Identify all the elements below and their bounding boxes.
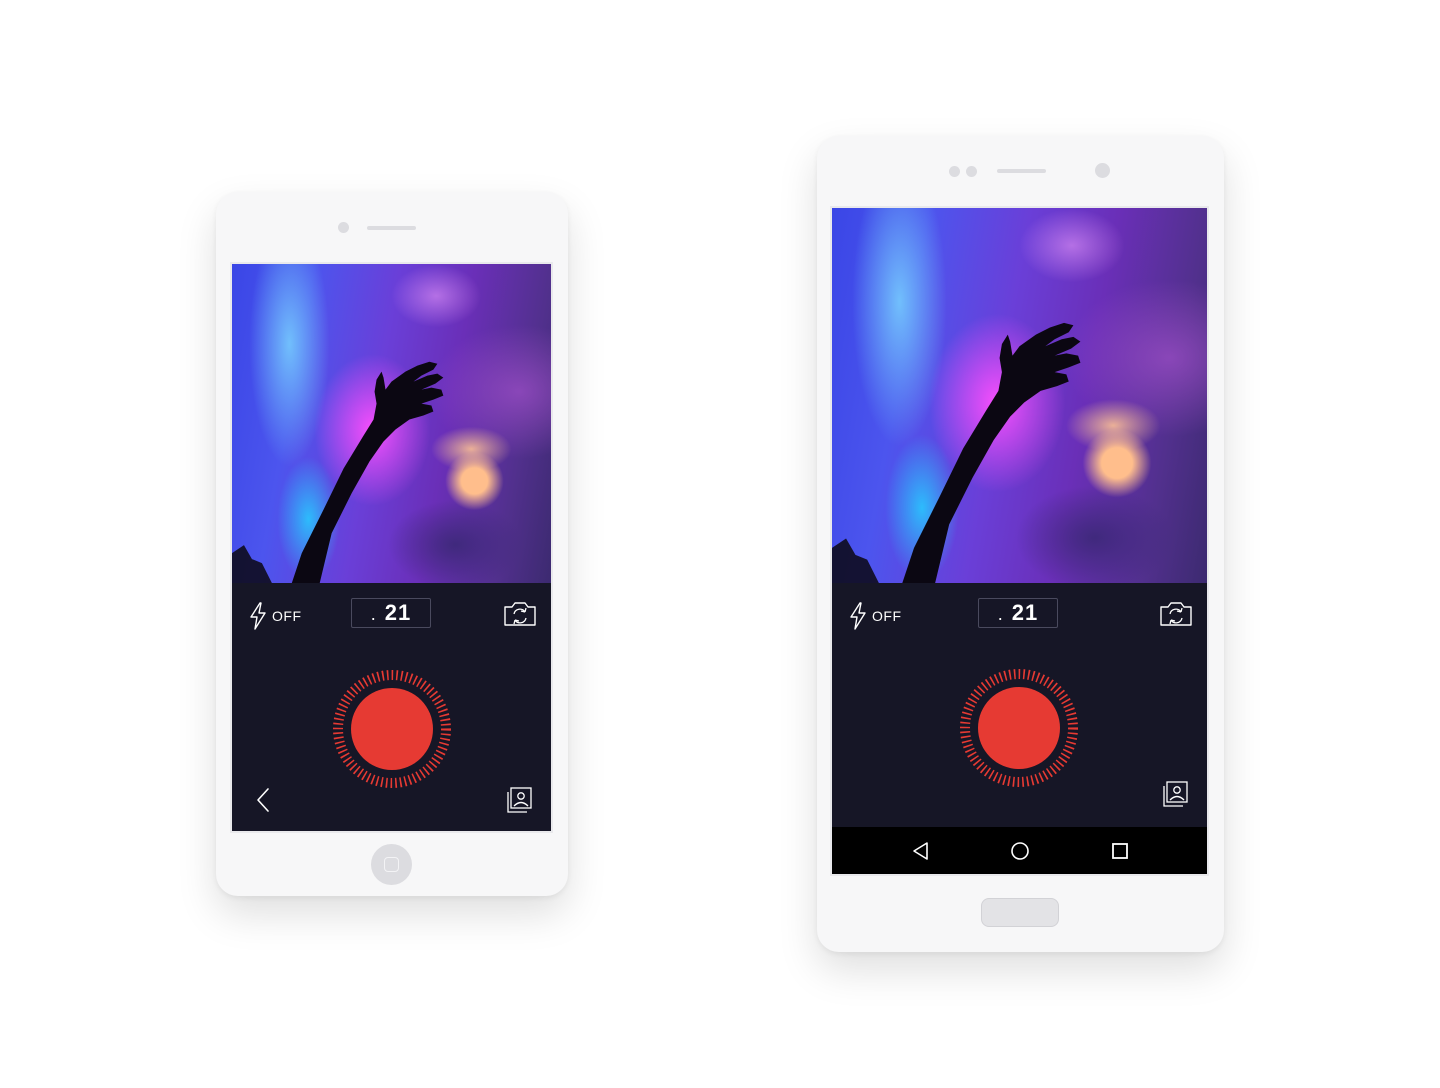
shutter-button[interactable] [331, 668, 453, 790]
square-recents-icon[interactable] [1108, 839, 1132, 863]
timer-value: 21 [384, 600, 412, 625]
lightning-bolt-icon [250, 602, 266, 630]
phone-screen: OFF . 21 [230, 262, 553, 833]
hand-silhouette [832, 322, 1081, 583]
light-sensor [966, 166, 977, 177]
gallery-icon[interactable] [505, 786, 533, 814]
canvas: OFF . 21 OFF . 21 [0, 0, 1440, 1088]
timer-display[interactable]: . 21 [978, 598, 1058, 628]
flash-status-label: OFF [872, 608, 902, 624]
camera-viewfinder [832, 208, 1207, 583]
shutter-button[interactable] [958, 667, 1080, 789]
android-nav-bar [832, 827, 1207, 874]
flash-toggle[interactable]: OFF [248, 602, 302, 630]
earpiece-speaker [367, 226, 416, 230]
camera-viewfinder [232, 264, 551, 583]
gallery-icon[interactable] [1161, 780, 1189, 808]
timer-dot: . [997, 604, 1003, 624]
earpiece-speaker [997, 169, 1046, 173]
circle-home-icon[interactable] [1008, 839, 1032, 863]
camera-controls-row: OFF . 21 [832, 598, 1207, 638]
front-camera [338, 222, 349, 233]
timer-display[interactable]: . 21 [351, 598, 431, 628]
camera-rotate-icon[interactable] [1159, 600, 1193, 628]
lightning-bolt-icon [850, 602, 866, 630]
proximity-sensor [949, 166, 960, 177]
camera-controls-row: OFF . 21 [232, 598, 551, 638]
camera-rotate-icon[interactable] [503, 600, 537, 628]
home-button[interactable] [371, 844, 412, 885]
triangle-back-icon[interactable] [909, 839, 933, 863]
chevron-left-icon[interactable] [252, 786, 276, 814]
phone-screen: OFF . 21 [830, 206, 1209, 876]
phone-ios: OFF . 21 [216, 192, 568, 896]
timer-dot: . [370, 604, 376, 624]
timer-value: 21 [1011, 600, 1039, 625]
flash-toggle[interactable]: OFF [848, 602, 902, 630]
front-camera [1095, 163, 1110, 178]
hand-silhouette [232, 361, 444, 583]
flash-status-label: OFF [272, 608, 302, 624]
phone-android: OFF . 21 [817, 136, 1224, 952]
home-button[interactable] [981, 898, 1059, 927]
